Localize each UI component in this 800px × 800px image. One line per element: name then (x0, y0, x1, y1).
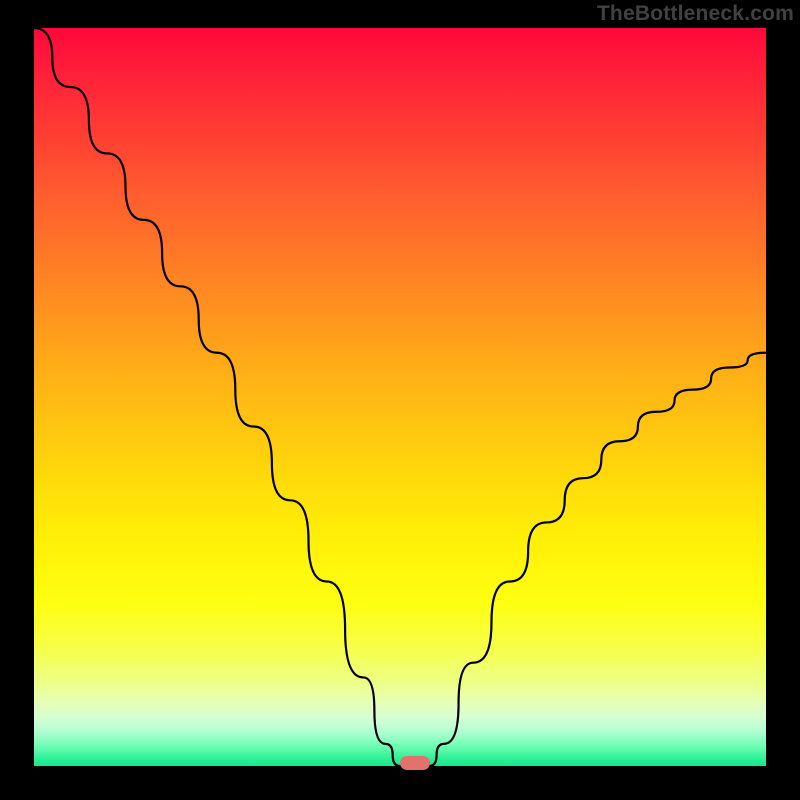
watermark-label: TheBottleneck.com (597, 2, 794, 26)
optimum-marker (400, 756, 430, 770)
plot-area (34, 28, 766, 766)
chart-frame: TheBottleneck.com (0, 0, 800, 800)
gradient-background (34, 28, 766, 766)
plot-svg (34, 28, 766, 766)
